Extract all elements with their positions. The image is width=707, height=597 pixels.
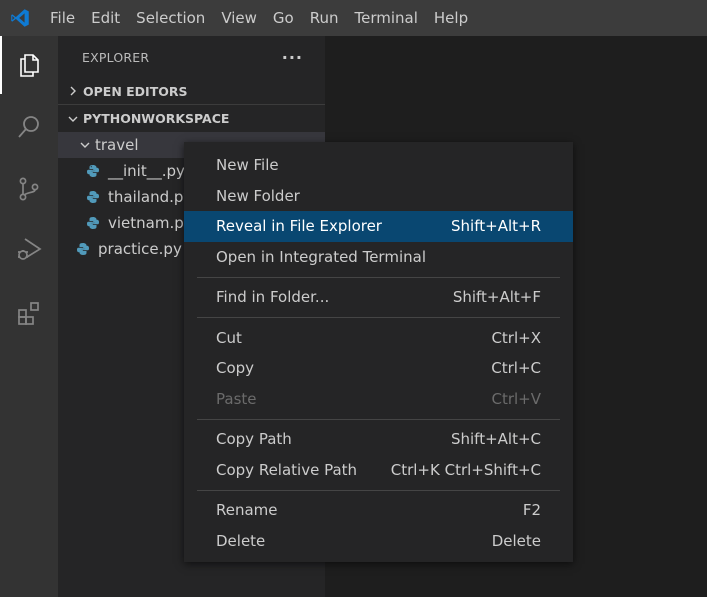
menu-item-shortcut: Ctrl+V	[491, 389, 541, 408]
explorer-activity-button[interactable]	[0, 36, 58, 94]
workspace-section[interactable]: PYTHONWORKSPACE	[58, 105, 325, 132]
menu-item-label: Copy Relative Path	[216, 460, 358, 479]
extensions-activity-button[interactable]	[0, 284, 58, 342]
menu-item-shortcut: Shift+Alt+C	[450, 430, 541, 449]
explorer-header: EXPLORER ···	[58, 36, 325, 78]
menu-item-new-folder[interactable]: New Folder	[184, 181, 573, 212]
menu-item-shortcut: Ctrl+K Ctrl+Shift+C	[390, 460, 541, 479]
source-control-activity-button[interactable]	[0, 160, 58, 218]
vscode-logo-icon	[0, 0, 40, 36]
menu-item-label: Paste	[216, 389, 257, 408]
context-menu: New File New Folder Reveal in File Explo…	[184, 142, 573, 562]
menu-selection[interactable]: Selection	[128, 0, 213, 36]
file-label: __init__.py	[108, 162, 185, 180]
menu-item-label: Copy	[216, 359, 255, 378]
menu-edit[interactable]: Edit	[83, 0, 128, 36]
menu-item-label: New File	[216, 156, 279, 175]
file-label: vietnam.py	[108, 214, 193, 232]
title-bar: File Edit Selection View Go Run Terminal…	[0, 0, 707, 36]
python-file-icon	[86, 216, 100, 230]
python-file-icon	[86, 164, 100, 178]
menu-item-reveal-in-file-explorer[interactable]: Reveal in File Explorer Shift+Alt+R	[184, 211, 573, 242]
menu-view[interactable]: View	[213, 0, 265, 36]
menu-terminal[interactable]: Terminal	[347, 0, 426, 36]
menu-item-label: Delete	[216, 531, 266, 550]
menu-item-rename[interactable]: Rename F2	[184, 495, 573, 526]
open-editors-section[interactable]: OPEN EDITORS	[58, 78, 325, 105]
menu-item-shortcut: Shift+Alt+F	[452, 288, 541, 307]
menu-item-label: Copy Path	[216, 430, 292, 449]
file-label: practice.py	[98, 240, 182, 258]
menu-item-label: Open in Integrated Terminal	[216, 247, 426, 266]
menu-separator	[184, 414, 573, 424]
python-file-icon	[86, 190, 100, 204]
file-label: thailand.py	[108, 188, 193, 206]
menu-item-shortcut: Ctrl+C	[491, 359, 541, 378]
open-editors-label: OPEN EDITORS	[83, 83, 188, 99]
extensions-icon	[18, 302, 39, 325]
menu-go[interactable]: Go	[265, 0, 302, 36]
menu-item-copy-relative-path[interactable]: Copy Relative Path Ctrl+K Ctrl+Shift+C	[184, 455, 573, 486]
menu-item-open-in-integrated-terminal[interactable]: Open in Integrated Terminal	[184, 242, 573, 273]
more-actions-icon[interactable]: ···	[282, 48, 303, 67]
menu-item-shortcut: F2	[522, 501, 541, 520]
menu-item-copy-path[interactable]: Copy Path Shift+Alt+C	[184, 424, 573, 455]
source-control-icon	[19, 177, 39, 201]
menu-help[interactable]: Help	[426, 0, 476, 36]
search-activity-button[interactable]	[0, 98, 58, 156]
menu-item-cut[interactable]: Cut Ctrl+X	[184, 323, 573, 354]
run-debug-activity-button[interactable]	[0, 220, 58, 278]
search-icon	[18, 116, 39, 138]
menu-separator	[184, 272, 573, 282]
chevron-right-icon	[64, 82, 82, 100]
menu-item-paste: Paste Ctrl+V	[184, 384, 573, 415]
menu-item-find-in-folder[interactable]: Find in Folder... Shift+Alt+F	[184, 282, 573, 313]
menu-separator	[184, 313, 573, 323]
menu-item-delete[interactable]: Delete Delete	[184, 526, 573, 557]
chevron-down-icon	[64, 110, 82, 128]
menu-run[interactable]: Run	[302, 0, 347, 36]
chevron-down-icon	[76, 136, 94, 154]
menu-item-new-file[interactable]: New File	[184, 150, 573, 181]
workspace-label: PYTHONWORKSPACE	[83, 111, 230, 126]
explorer-title: EXPLORER	[82, 49, 150, 65]
menu-item-label: Cut	[216, 328, 242, 347]
folder-label: travel	[95, 136, 139, 154]
menu-item-label: New Folder	[216, 186, 300, 205]
menu-item-shortcut: Ctrl+X	[491, 328, 541, 347]
menu-item-label: Find in Folder...	[216, 288, 330, 307]
menu-separator	[184, 485, 573, 495]
activity-bar	[0, 36, 58, 597]
menu-item-copy[interactable]: Copy Ctrl+C	[184, 353, 573, 384]
menu-item-shortcut: Delete	[491, 531, 541, 550]
run-debug-icon	[18, 238, 42, 260]
menu-item-label: Rename	[216, 501, 278, 520]
menu-item-label: Reveal in File Explorer	[216, 217, 382, 236]
menu-bar: File Edit Selection View Go Run Terminal…	[40, 0, 476, 36]
files-icon	[20, 54, 39, 77]
menu-file[interactable]: File	[40, 0, 83, 36]
python-file-icon	[76, 242, 90, 256]
menu-item-shortcut: Shift+Alt+R	[451, 217, 541, 236]
